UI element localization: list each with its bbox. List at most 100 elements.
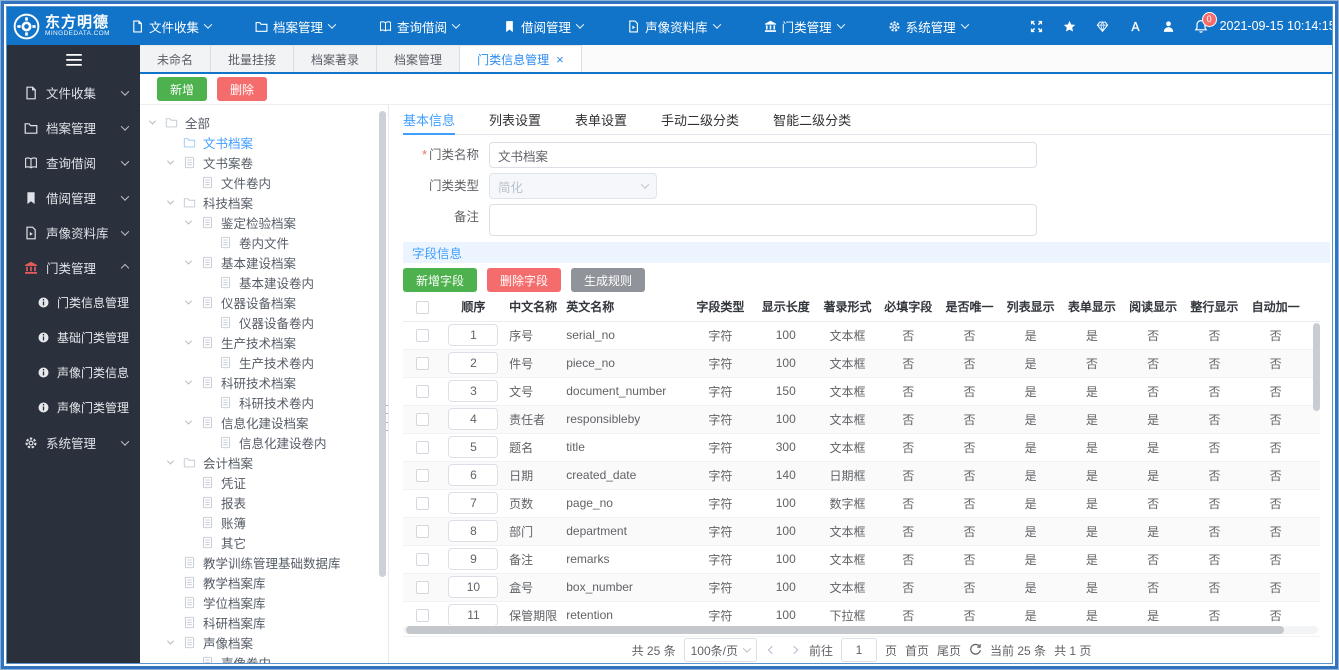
sidebar-item[interactable]: 借阅管理 — [7, 180, 140, 215]
expand-arrow-icon[interactable] — [166, 457, 183, 465]
row-checkbox[interactable] — [415, 469, 429, 483]
detail-tab[interactable]: 列表设置 — [489, 105, 541, 134]
tree-item[interactable]: 科研技术卷内 — [148, 392, 378, 412]
tree-item[interactable]: 鉴定检验档案 — [148, 212, 378, 232]
last-page-link[interactable]: 尾页 — [937, 642, 961, 659]
nav-menu-item[interactable]: 文件收集 — [131, 17, 213, 36]
collapse-menu-icon[interactable] — [7, 45, 140, 75]
category-name-input[interactable] — [489, 142, 1037, 168]
row-checkbox[interactable] — [415, 385, 429, 399]
tree-item[interactable]: 报表 — [148, 492, 378, 512]
diamond-icon[interactable] — [1095, 18, 1111, 34]
order-input[interactable]: 7 — [448, 492, 499, 514]
select-all-checkbox[interactable] — [415, 300, 429, 314]
detail-tab[interactable]: 手动二级分类 — [661, 105, 739, 134]
open-tab[interactable]: 档案著录 — [294, 45, 378, 72]
remark-textarea[interactable] — [489, 204, 1037, 236]
detail-tab[interactable]: 表单设置 — [575, 105, 627, 134]
tree-item[interactable]: 科研技术档案 — [148, 372, 378, 392]
tree-item[interactable]: 基本建设档案 — [148, 252, 378, 272]
expand-arrow-icon[interactable] — [184, 337, 201, 345]
tree-item[interactable]: 仪器设备档案 — [148, 292, 378, 312]
bell-icon[interactable]: 0 — [1194, 12, 1217, 33]
tree-item[interactable]: 信息化建设档案 — [148, 412, 378, 432]
tree-item[interactable]: 账簿 — [148, 512, 378, 532]
row-checkbox[interactable] — [415, 441, 429, 455]
tree-item[interactable]: 卷内文件 — [148, 232, 378, 252]
tree-item[interactable]: 基本建设卷内 — [148, 272, 378, 292]
sidebar-item[interactable]: 门类管理 — [7, 250, 140, 285]
tree-item[interactable]: 学位档案库 — [148, 592, 378, 612]
sidebar-subitem[interactable]: 声像门类信息 — [7, 355, 140, 390]
add-field-button[interactable]: 新增字段 — [403, 268, 478, 292]
order-input[interactable]: 4 — [448, 408, 499, 430]
page-size-select[interactable]: 100条/页 — [683, 638, 757, 662]
expand-arrow-icon[interactable] — [166, 157, 183, 165]
tree-item[interactable]: 会计档案 — [148, 452, 378, 472]
expand-arrow-icon[interactable] — [184, 217, 201, 225]
nav-menu-item[interactable]: 借阅管理 — [503, 17, 585, 36]
expand-arrow-icon[interactable] — [166, 197, 183, 205]
tree-item[interactable]: 文书案卷 — [148, 152, 378, 172]
row-checkbox[interactable] — [415, 357, 429, 371]
expand-arrow-icon[interactable] — [166, 637, 183, 645]
nav-menu-item[interactable]: 系统管理 — [888, 17, 969, 36]
generate-rule-button[interactable]: 生成规则 — [571, 268, 646, 292]
order-input[interactable]: 8 — [448, 520, 499, 542]
table-vertical-scrollbar[interactable] — [1313, 323, 1320, 423]
refresh-icon[interactable] — [969, 643, 982, 657]
tree-item[interactable]: 生产技术卷内 — [148, 352, 378, 372]
delete-button[interactable]: 删除 — [217, 77, 268, 101]
expand-arrow-icon[interactable] — [184, 417, 201, 425]
row-checkbox[interactable] — [415, 413, 429, 427]
prev-page-button[interactable] — [765, 645, 779, 655]
tree-item[interactable]: 信息化建设卷内 — [148, 432, 378, 452]
tree-item[interactable]: 科研档案库 — [148, 612, 378, 632]
tree-item[interactable]: 其它 — [148, 532, 378, 552]
fullscreen-icon[interactable] — [1029, 18, 1045, 34]
delete-field-button[interactable]: 删除字段 — [487, 268, 562, 292]
open-tab[interactable]: 档案管理 — [377, 45, 461, 72]
sidebar-item[interactable]: 系统管理 — [7, 425, 140, 460]
tree-item[interactable]: 仪器设备卷内 — [148, 312, 378, 332]
order-input[interactable]: 11 — [448, 604, 499, 625]
tree-item[interactable]: 教学档案库 — [148, 572, 378, 592]
nav-menu-item[interactable]: 档案管理 — [255, 17, 337, 36]
add-button[interactable]: 新增 — [157, 77, 208, 101]
sidebar-subitem[interactable]: 基础门类管理 — [7, 320, 140, 355]
order-input[interactable]: 10 — [448, 576, 499, 598]
nav-menu-item[interactable]: 门类管理 — [764, 17, 845, 36]
category-type-select[interactable]: 简化 — [489, 173, 657, 199]
order-input[interactable]: 2 — [448, 352, 499, 374]
tree-item[interactable]: 凭证 — [148, 472, 378, 492]
detail-tab[interactable]: 基本信息 — [403, 105, 456, 135]
sidebar-item[interactable]: 文件收集 — [7, 75, 140, 110]
expand-arrow-icon[interactable] — [148, 117, 165, 125]
open-tab[interactable]: 未命名 — [140, 45, 212, 72]
user-icon[interactable] — [1161, 18, 1177, 34]
open-tab[interactable]: 批量挂接 — [211, 45, 295, 72]
first-page-link[interactable]: 首页 — [905, 642, 929, 659]
expand-arrow-icon[interactable] — [184, 377, 201, 385]
sidebar-item[interactable]: 查询借阅 — [7, 145, 140, 180]
nav-menu-item[interactable]: 声像资料库 — [627, 17, 721, 36]
row-checkbox[interactable] — [415, 553, 429, 567]
tree-scrollbar[interactable] — [379, 111, 386, 617]
nav-menu-item[interactable]: 查询借阅 — [379, 17, 461, 36]
panel-splitter-handle[interactable] — [386, 405, 388, 431]
sidebar-item[interactable]: 声像资料库 — [7, 215, 140, 250]
order-input[interactable]: 5 — [448, 436, 499, 458]
order-input[interactable]: 1 — [448, 324, 499, 346]
order-input[interactable]: 9 — [448, 548, 499, 570]
tree-item[interactable]: 声像档案 — [148, 632, 378, 652]
tree-item[interactable]: 文件卷内 — [148, 172, 378, 192]
star-icon[interactable] — [1062, 18, 1078, 34]
sidebar-subitem[interactable]: 声像门类管理 — [7, 390, 140, 425]
order-input[interactable]: 6 — [448, 464, 499, 486]
sidebar-item[interactable]: 档案管理 — [7, 110, 140, 145]
page-number-input[interactable] — [840, 638, 877, 662]
row-checkbox[interactable] — [415, 581, 429, 595]
font-size-icon[interactable] — [1128, 18, 1144, 34]
tree-item[interactable]: 科技档案 — [148, 192, 378, 212]
detail-tab[interactable]: 智能二级分类 — [773, 105, 851, 134]
